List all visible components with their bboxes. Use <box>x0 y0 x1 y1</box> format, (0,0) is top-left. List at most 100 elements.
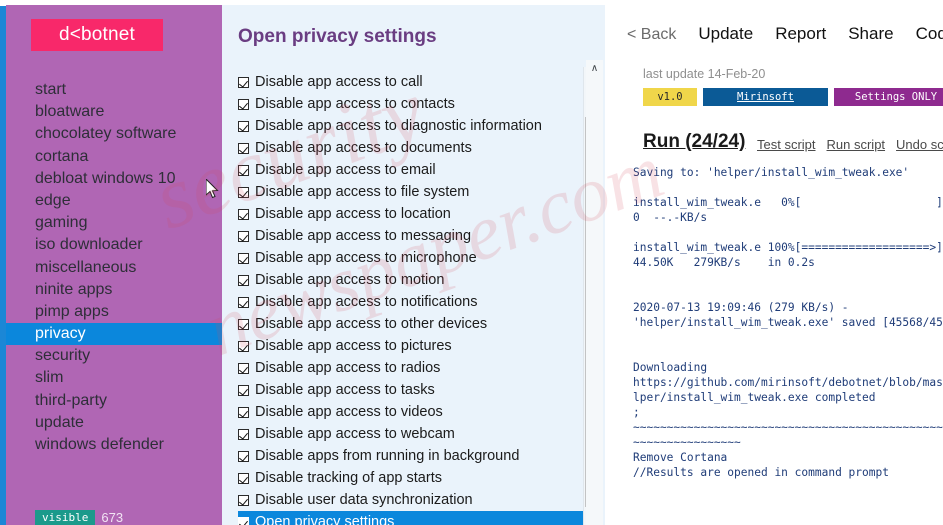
console-line: https://github.com/mirinsoft/debotnet/bl… <box>633 376 943 389</box>
console-line: Downloading <box>633 361 708 374</box>
checkbox-checked-icon[interactable] <box>238 274 249 286</box>
checkbox-checked-icon[interactable] <box>238 406 249 418</box>
tweak-row[interactable]: Disable app access to documents <box>238 137 593 159</box>
tweak-row[interactable]: Disable apps from running in background <box>238 445 593 467</box>
tweak-label: Disable app access to webcam <box>255 426 455 442</box>
version-badge: v1.0 <box>643 88 697 106</box>
tweak-row[interactable]: Disable tracking of app starts <box>238 467 593 489</box>
undo-script-link[interactable]: Undo scri <box>896 137 943 152</box>
nav-code[interactable]: Code <box>916 24 943 44</box>
checkbox-checked-icon[interactable] <box>238 450 249 462</box>
sidebar: d<botnet start bloatware chocolatey softwa… <box>6 5 222 525</box>
tweak-label: Disable app access to microphone <box>255 250 477 266</box>
sidebar-item-gaming[interactable]: gaming <box>6 212 222 234</box>
visible-count-value: 673 <box>101 510 124 525</box>
tweak-label: Disable app access to pictures <box>255 338 452 354</box>
console-output: Saving to: 'helper/install_wim_tweak.exe… <box>633 165 943 480</box>
sidebar-item-edge[interactable]: edge <box>6 190 222 212</box>
sidebar-item-miscellaneous[interactable]: miscellaneous <box>6 257 222 279</box>
tweak-row[interactable]: Disable app access to pictures <box>238 335 593 357</box>
console-line: Remove Cortana <box>633 451 728 464</box>
console-line: install_wim_tweak.e 100%[===============… <box>633 241 943 254</box>
right-scrollbar[interactable]: ∧ <box>586 60 603 525</box>
tweak-label: Disable app access to radios <box>255 360 441 376</box>
tweak-row[interactable]: Disable app access to contacts <box>238 93 593 115</box>
tweak-row[interactable]: Disable app access to diagnostic informa… <box>238 115 593 137</box>
tweak-label: Disable app access to messaging <box>255 228 472 244</box>
tweak-row[interactable]: Disable app access to other devices <box>238 313 593 335</box>
sidebar-item-iso-downloader[interactable]: iso downloader <box>6 234 222 256</box>
tweak-row[interactable]: Disable app access to motion <box>238 269 593 291</box>
checkbox-checked-icon[interactable] <box>238 252 249 264</box>
tweak-row[interactable]: Disable app access to email <box>238 159 593 181</box>
nav-share[interactable]: Share <box>848 24 893 44</box>
checkbox-checked-icon[interactable] <box>238 98 249 110</box>
tweak-row[interactable]: Disable app access to webcam <box>238 423 593 445</box>
checkbox-checked-icon[interactable] <box>238 472 249 484</box>
sidebar-item-chocolatey-software[interactable]: chocolatey software <box>6 123 222 145</box>
top-navigation: < Back Update Report Share Code · <box>627 24 943 44</box>
sidebar-nav: start bloatware chocolatey software cortana… <box>6 79 222 456</box>
sidebar-item-debloat-windows-10[interactable]: debloat windows 10 <box>6 168 222 190</box>
scope-badge: Settings ONLY <box>834 88 943 106</box>
tweak-row[interactable]: Disable app access to notifications <box>238 291 593 313</box>
checkbox-checked-icon[interactable] <box>238 76 249 88</box>
tweak-row[interactable]: Disable app access to location <box>238 203 593 225</box>
sidebar-item-cortana[interactable]: cortana <box>6 146 222 168</box>
debotnet-window: d<botnet start bloatware chocolatey softwa… <box>0 0 943 525</box>
sidebar-item-privacy[interactable]: privacy <box>6 323 222 346</box>
checkbox-checked-icon[interactable] <box>238 186 249 198</box>
console-line: 0 --.-KB/s <box>633 211 708 224</box>
sidebar-item-bloatware[interactable]: bloatware <box>6 101 222 123</box>
tweak-row[interactable]: Disable app access to videos <box>238 401 593 423</box>
checkbox-checked-icon[interactable] <box>238 142 249 154</box>
sidebar-item-windows-defender[interactable]: windows defender <box>6 434 222 456</box>
nav-update[interactable]: Update <box>698 24 753 44</box>
vendor-badge[interactable]: Mirinsoft <box>703 88 828 106</box>
tweak-row[interactable]: Disable user data synchronization <box>238 489 593 511</box>
tweak-row[interactable]: Disable app access to file system <box>238 181 593 203</box>
checkbox-checked-icon[interactable] <box>238 164 249 176</box>
checkbox-checked-icon[interactable] <box>238 340 249 352</box>
run-heading: Run (24/24) <box>643 131 746 152</box>
tweak-row[interactable]: Disable app access to call <box>238 71 593 93</box>
sidebar-item-ninite-apps[interactable]: ninite apps <box>6 279 222 301</box>
run-action-links: Test script Run script Undo scri <box>757 137 943 152</box>
tweak-row[interactable]: Disable app access to tasks <box>238 379 593 401</box>
checkbox-checked-icon[interactable] <box>238 362 249 374</box>
nav-report[interactable]: Report <box>775 24 826 44</box>
tweak-row[interactable]: Disable app access to microphone <box>238 247 593 269</box>
checkbox-checked-icon[interactable] <box>238 230 249 242</box>
sidebar-item-start[interactable]: start <box>6 79 222 101</box>
checkbox-checked-icon[interactable] <box>238 494 249 506</box>
tweak-row[interactable]: Disable app access to messaging <box>238 225 593 247</box>
checkbox-checked-icon[interactable] <box>238 428 249 440</box>
run-script-link[interactable]: Run script <box>827 137 886 152</box>
sidebar-item-update[interactable]: update <box>6 412 222 434</box>
sidebar-item-slim[interactable]: slim <box>6 367 222 389</box>
tweak-label: Disable app access to contacts <box>255 96 455 112</box>
sidebar-item-security[interactable]: security <box>6 345 222 367</box>
checkbox-checked-icon[interactable] <box>238 516 249 525</box>
console-line: 'helper/install_wim_tweak.exe' saved [45… <box>633 316 943 329</box>
checkbox-checked-icon[interactable] <box>238 208 249 220</box>
checkbox-checked-icon[interactable] <box>238 318 249 330</box>
tweak-row[interactable]: Disable app access to radios <box>238 357 593 379</box>
back-button[interactable]: < Back <box>627 26 676 44</box>
sidebar-footer: visible 673 <box>35 510 123 525</box>
sidebar-item-third-party[interactable]: third-party <box>6 390 222 412</box>
tweak-label: Disable app access to location <box>255 206 451 222</box>
checkbox-checked-icon[interactable] <box>238 120 249 132</box>
right-scroll-up-icon[interactable]: ∧ <box>586 60 603 77</box>
tweak-label: Disable user data synchronization <box>255 492 473 508</box>
checkbox-checked-icon[interactable] <box>238 296 249 308</box>
tweak-row[interactable]: Open privacy settings <box>238 511 593 525</box>
checkbox-checked-icon[interactable] <box>238 384 249 396</box>
console-line: 44.50K 279KB/s in 0.2s <box>633 256 815 269</box>
sidebar-item-pimp-apps[interactable]: pimp apps <box>6 301 222 323</box>
test-script-link[interactable]: Test script <box>757 137 816 152</box>
